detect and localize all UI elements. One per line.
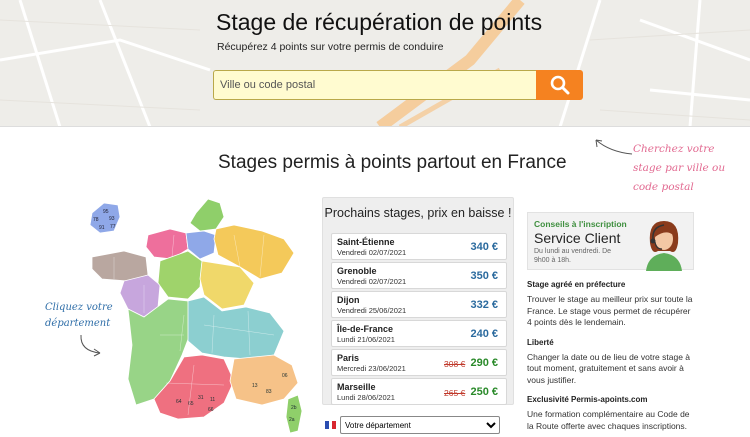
section-title: Stages permis à points partout en France — [218, 152, 567, 173]
stage-old-price: 308 € — [444, 359, 466, 369]
south-label: 31 — [198, 395, 204, 401]
idf-label: 91 — [99, 225, 105, 231]
idf-label: 93 — [109, 216, 115, 222]
idf-label: 95 — [103, 209, 109, 215]
south-label: 66 — [208, 407, 214, 413]
stage-date: Vendredi 25/06/2021 — [337, 306, 407, 315]
info-column: Stage agréé en préfecture Trouver le sta… — [527, 280, 697, 437]
stage-date: Mercredi 23/06/2021 — [337, 364, 406, 373]
stage-old-price: 265 € — [444, 388, 466, 398]
upcoming-stages-panel: Prochains stages, prix en baisse ! Saint… — [322, 197, 514, 405]
stage-row[interactable]: Île-de-France Lundi 21/06/2021 240 € — [331, 320, 507, 347]
south-label: 06 — [282, 373, 288, 379]
south-label: 64 — [176, 399, 182, 405]
stage-city: Grenoble — [337, 266, 377, 276]
search-button[interactable] — [536, 70, 583, 100]
stage-city: Île-de-France — [337, 324, 394, 334]
south-label: 11 — [210, 397, 215, 403]
south-label: 13 — [252, 383, 258, 389]
info-heading: Stage agréé en préfecture — [527, 280, 626, 289]
stage-price: 290 € — [470, 357, 498, 369]
magnifier-icon — [550, 75, 569, 95]
stage-price: 350 € — [470, 270, 498, 282]
page-title: Stage de récupération de points — [216, 9, 543, 35]
hint-arrow-right — [595, 139, 633, 155]
stage-date: Lundi 21/06/2021 — [337, 335, 395, 344]
page-subtitle: Récupérez 4 points sur votre permis de c… — [217, 41, 444, 53]
stages-title: Prochains stages, prix en baisse ! — [324, 206, 512, 220]
info-text: Une formation complémentaire au Code de … — [527, 409, 690, 431]
corse-label: 2a — [289, 417, 295, 423]
idf-inset[interactable]: 95 78 93 91 77 — [89, 202, 121, 234]
stage-row[interactable]: Dijon Vendredi 25/06/2021 332 € — [331, 291, 507, 318]
stage-price: 340 € — [470, 241, 498, 253]
service-label: Conseils à l'inscription — [534, 219, 627, 229]
south-label: 83 — [266, 389, 272, 395]
stage-price: 332 € — [470, 299, 498, 311]
stage-price: 240 € — [470, 328, 498, 340]
french-flag-icon — [325, 421, 337, 429]
stage-city: Saint-Étienne — [337, 237, 395, 247]
stage-row[interactable]: Grenoble Vendredi 02/07/2021 350 € — [331, 262, 507, 289]
search-hint: Cherchez votre stage par ville ou code p… — [633, 143, 726, 193]
stage-date: Lundi 28/06/2021 — [337, 393, 395, 402]
stage-city: Paris — [337, 353, 360, 363]
stage-row[interactable]: Marseille Lundi 28/06/2021 265 € 250 € — [331, 378, 507, 405]
idf-label: 78 — [93, 217, 99, 223]
department-select[interactable]: Votre département — [340, 416, 500, 434]
department-select-wrap: Votre département — [325, 416, 500, 434]
info-heading: Liberté — [527, 337, 554, 347]
service-title: Service Client — [534, 230, 621, 246]
stage-row[interactable]: Saint-Étienne Vendredi 02/07/2021 340 € — [331, 233, 507, 260]
hero-banner: Stage de récupération de points Récupére… — [0, 0, 750, 127]
city-search-input[interactable] — [213, 70, 537, 100]
service-client-box[interactable]: Conseils à l'inscription Service Client … — [527, 212, 694, 271]
stage-date: Vendredi 02/07/2021 — [337, 277, 407, 286]
stage-row[interactable]: Paris Mercredi 23/06/2021 308 € 290 € — [331, 349, 507, 376]
info-text: Trouver le stage au meilleur prix sur to… — [527, 294, 693, 327]
stage-date: Vendredi 02/07/2021 — [337, 248, 407, 257]
corse-label: 2b — [291, 405, 297, 411]
stage-price: 250 € — [470, 386, 498, 398]
support-agent-avatar — [646, 221, 682, 271]
info-heading: Exclusivité Permis-apoints.com — [527, 395, 648, 404]
stage-city: Dijon — [337, 295, 360, 305]
stage-city: Marseille — [337, 382, 376, 392]
france-department-map[interactable]: 95 78 93 91 77 64 65 31 11 66 13 83 06 2… — [84, 195, 309, 437]
info-text: Changer la date ou de lieu de votre stag… — [527, 351, 691, 385]
idf-label: 77 — [110, 224, 116, 230]
service-hours: Du lundi au vendredi. De 9h00 à 18h. — [534, 248, 612, 264]
